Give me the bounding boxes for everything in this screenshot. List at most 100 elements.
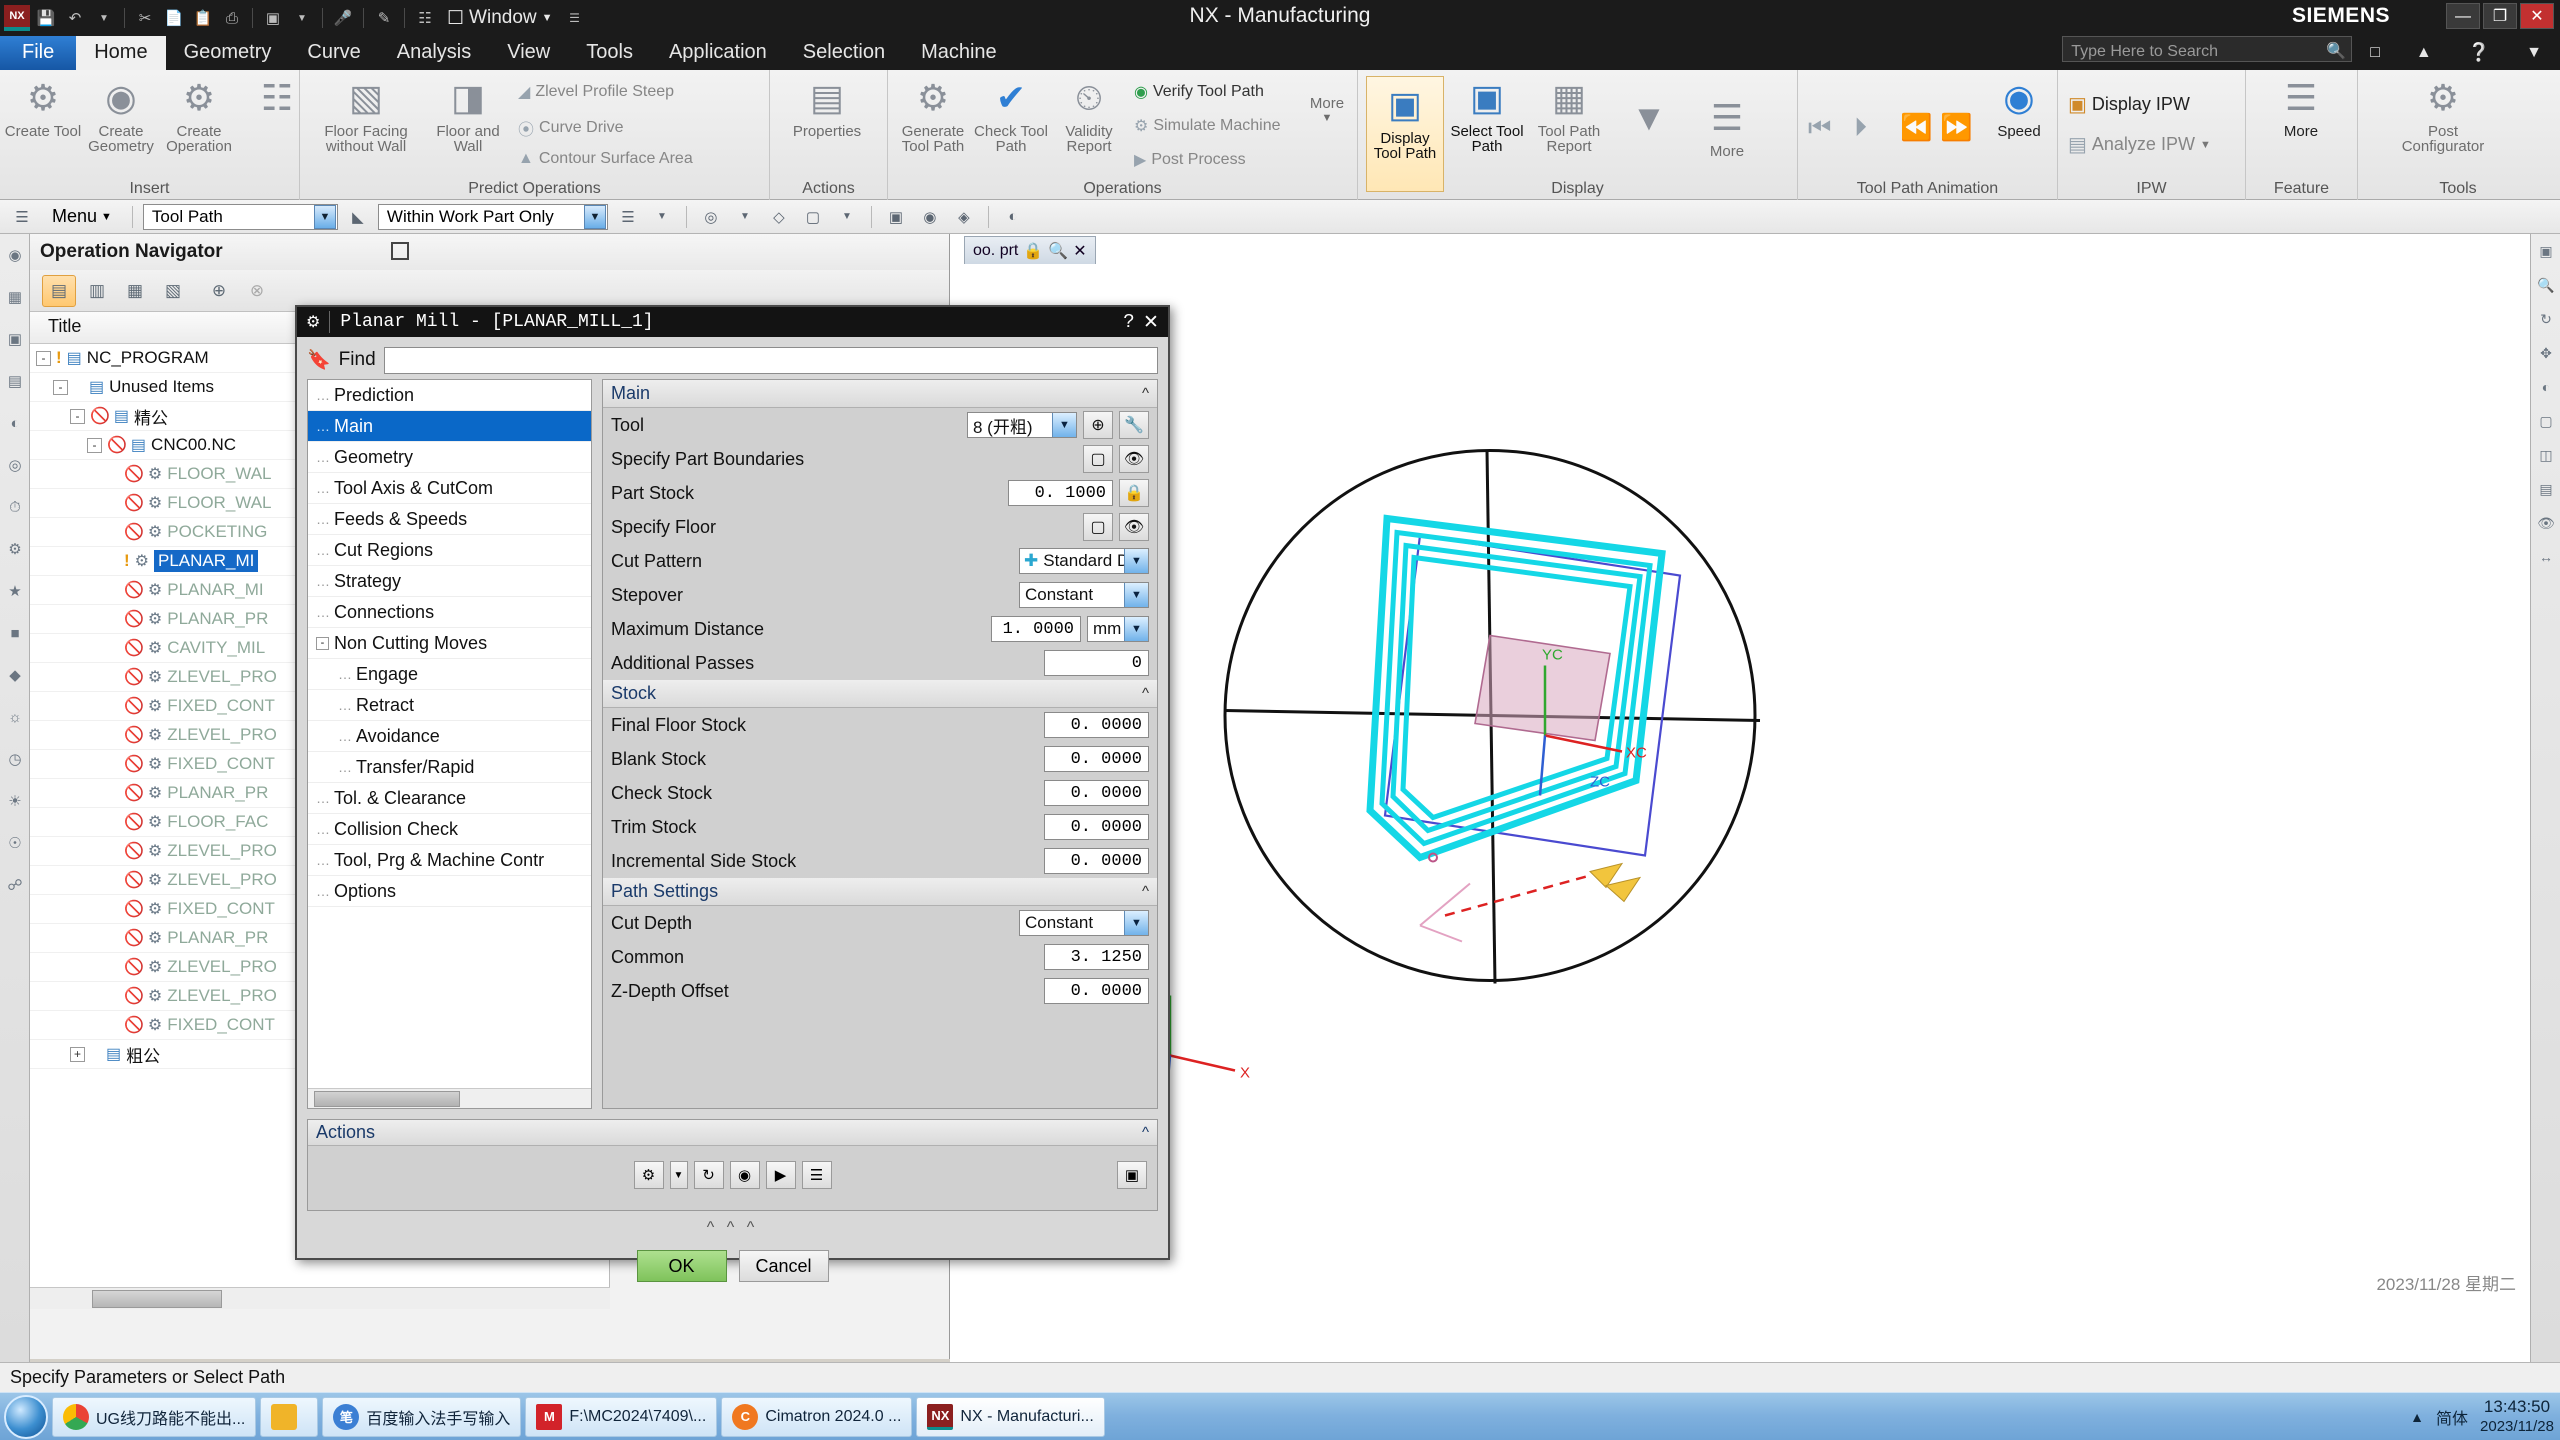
check-tool-path-button[interactable]: ✔ Check Tool Path [972, 76, 1050, 154]
dialog-tree-item[interactable]: … Retract [308, 690, 591, 721]
dialog-section-tree[interactable]: … Prediction… Main… Geometry… Tool Axis & Cu… [307, 379, 592, 1109]
taskbar-item-nx[interactable]: NX NX - Manufacturi... [916, 1396, 1105, 1437]
simulate-icon[interactable]: ▶ [765, 1161, 796, 1189]
tab-selection[interactable]: Selection [785, 36, 903, 70]
rewind-button[interactable]: ⏪ [1900, 112, 1932, 143]
param-input-trim-stock[interactable] [1044, 814, 1149, 840]
machining-method-view-icon[interactable]: ▧ [156, 275, 190, 307]
machine-tool-view-icon[interactable]: ▥ [80, 275, 114, 307]
snap-filter-icon[interactable]: ◣ [344, 204, 372, 230]
generate-icon[interactable]: ⚙ [633, 1161, 664, 1189]
dialog-help-button[interactable]: ? [1118, 311, 1140, 333]
section-header-path-settings[interactable]: Path Settings ^ [603, 878, 1157, 906]
param-input-additional-passes[interactable] [1044, 650, 1149, 676]
tab-tools[interactable]: Tools [568, 36, 651, 70]
param-input-z-depth-offset[interactable] [1044, 978, 1149, 1004]
tree-expander[interactable]: - [36, 350, 51, 366]
forward-button[interactable]: ⏩ [1940, 112, 1972, 143]
search-box[interactable]: Type Here to Search 🔍 [2062, 36, 2353, 70]
tree-expander[interactable]: - [87, 437, 102, 453]
dialog-tree-item[interactable]: … Tol. & Clearance [308, 783, 591, 814]
chevron-up-icon[interactable]: ^ [1142, 385, 1149, 402]
actions-header[interactable]: Actions ^ [308, 1120, 1157, 1146]
panel-pin-icon[interactable] [391, 242, 409, 260]
dialog-tree-item[interactable]: … Tool, Prg & Machine Contr [308, 845, 591, 876]
menu-button[interactable]: Menu ▼ [42, 204, 122, 229]
point-icon[interactable]: ◎ [697, 204, 725, 230]
generate-caret-icon[interactable]: ▼ [669, 1161, 688, 1189]
param-input-maximum-distance[interactable] [991, 616, 1081, 642]
generate-tool-path-button[interactable]: ⚙ Generate Tool Path [894, 76, 972, 154]
param-input-blank-stock[interactable] [1044, 746, 1149, 772]
lock-icon[interactable]: 🔒 [1023, 241, 1043, 261]
chevron-down-icon[interactable]: ▼ [833, 204, 861, 230]
rail-icon-web-browser[interactable]: ◎ [0, 444, 30, 486]
select-floor-icon[interactable]: ▢ [1083, 513, 1113, 541]
rail-icon-reuse-library[interactable]: ▤ [0, 360, 30, 402]
tab-curve[interactable]: Curve [289, 36, 378, 70]
find-input[interactable] [383, 346, 1158, 374]
tab-analysis[interactable]: Analysis [379, 36, 489, 70]
rrail-icon-visibility[interactable]: 👁 [2531, 506, 2560, 540]
dialog-parameters-panel[interactable]: Main ^ Tool 8 (开粗) ▼ ⊕ 🔧 Specify Part Boundarie… [602, 379, 1158, 1109]
tab-machine[interactable]: Machine [903, 36, 1015, 70]
section-header-main[interactable]: Main ^ [603, 380, 1157, 408]
chevron-down-icon[interactable]: ▼ [313, 204, 336, 229]
display-tool-path-button[interactable]: ▣ Display Tool Path [1366, 76, 1444, 192]
rail-icon-hd3d[interactable]: ◐ [0, 402, 30, 444]
tab-file[interactable]: File [0, 36, 77, 70]
taskbar-item-mastercam[interactable]: M F:\MC2024\7409\... [525, 1396, 718, 1437]
rail-icon-extra[interactable]: ☍ [0, 864, 30, 906]
curve-icon[interactable]: ▢ [799, 204, 827, 230]
rail-icon-roles[interactable]: ★ [0, 570, 30, 612]
speed-slider-button[interactable]: ◉ Speed [1980, 76, 2058, 139]
tree-expander[interactable]: - [70, 408, 85, 424]
tab-view[interactable]: View [489, 36, 568, 70]
dialog-tree-item[interactable]: … Options [308, 876, 591, 907]
chevron-down-icon[interactable]: ▼ [1052, 413, 1076, 437]
rail-icon-operation-navigator[interactable]: ▦ [0, 276, 30, 318]
chevron-down-icon[interactable]: ▼ [1124, 911, 1148, 935]
step-back-button[interactable]: ⏮ [1808, 112, 1831, 144]
chevron-down-icon[interactable]: ▼ [2200, 139, 2211, 151]
floor-and-wall-button[interactable]: ◨ Floor and Wall [426, 76, 510, 154]
rrail-icon-wireframe[interactable]: ▢ [2531, 404, 2560, 438]
param-select-stepover[interactable]: Constant ▼ [1019, 582, 1149, 608]
chevron-down-icon[interactable]: ▼ [1124, 549, 1148, 573]
rrail-icon-shaded[interactable]: ◐ [2531, 370, 2560, 404]
menu-hamburger-icon[interactable]: ☰ [8, 204, 36, 230]
ok-button[interactable]: OK [636, 1250, 727, 1282]
chevron-down-icon[interactable]: ▼ [1288, 111, 1366, 126]
rail-icon-tool-library[interactable]: ☼ [0, 696, 30, 738]
select-list-icon[interactable]: ☰ [614, 204, 642, 230]
dialog-tree-item[interactable]: … Tool Axis & CutCom [308, 473, 591, 504]
rail-icon-lighting[interactable]: ☀ [0, 780, 30, 822]
new-tool-icon[interactable]: ⊕ [1083, 411, 1113, 439]
part-file-tab[interactable]: oo. prt 🔒 🔍 ✕ [964, 236, 1096, 264]
list-icon[interactable]: ☰ [801, 1161, 832, 1189]
param-unit-maximum-distance[interactable]: mm ▼ [1087, 616, 1149, 642]
chevron-up-icon[interactable]: ^ [1142, 1124, 1149, 1141]
param-input-final-floor-stock[interactable] [1044, 712, 1149, 738]
operations-more-button[interactable]: More ▼ [1288, 96, 1366, 126]
minimize-ribbon-icon[interactable]: □ [2352, 36, 2398, 70]
graphics-viewport[interactable]: oo. prt 🔒 🔍 ✕ YC XC ZC X 2023/11/28 星期二 [950, 234, 2530, 1362]
chevron-down-icon[interactable]: ▼ [583, 204, 606, 229]
display-filter-button[interactable]: ▼ [1610, 96, 1688, 144]
gear-icon[interactable]: ⚙ [306, 312, 320, 332]
close-button[interactable]: ✕ [2520, 3, 2554, 29]
scrollbar-thumb[interactable] [92, 1290, 222, 1308]
rrail-icon-fit[interactable]: ▣ [2531, 234, 2560, 268]
dialog-tree-item[interactable]: - Non Cutting Moves [308, 628, 591, 659]
dialog-tree-item[interactable]: … Strategy [308, 566, 591, 597]
param-select-cut-depth[interactable]: Constant ▼ [1019, 910, 1149, 936]
minimize-button[interactable]: — [2446, 3, 2480, 29]
dialog-tree-item[interactable]: … Engage [308, 659, 591, 690]
properties-button[interactable]: ▤ Properties [788, 76, 866, 139]
close-icon[interactable]: ✕ [1073, 241, 1086, 261]
dialog-tree-item[interactable]: … Connections [308, 597, 591, 628]
start-button[interactable] [4, 1394, 48, 1439]
ime-indicator[interactable]: 简体 [2436, 1405, 2468, 1429]
wcs-icon[interactable]: ▣ [882, 204, 910, 230]
post-configurator-button[interactable]: ⚙ Post Configurator [2388, 76, 2498, 154]
